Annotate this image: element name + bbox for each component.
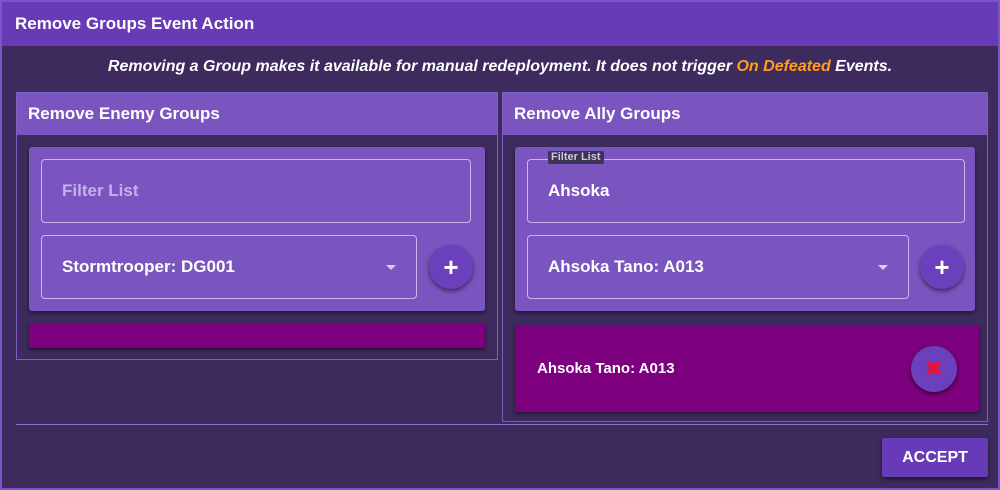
ally-controls-card: Filter List Ahsoka Ahsoka Tano: A013 +	[515, 147, 975, 311]
enemy-add-button[interactable]: +	[429, 245, 473, 289]
ally-filter-value: Ahsoka	[548, 181, 610, 200]
removed-group-label: Ahsoka Tano: A013	[537, 360, 675, 377]
plus-icon: +	[934, 252, 950, 282]
info-highlight: On Defeated	[736, 58, 831, 75]
info-prefix: Removing a Group makes it available for …	[107, 58, 737, 75]
plus-icon: +	[443, 252, 459, 282]
ally-selected-group: Ahsoka Tano: A013	[548, 257, 704, 276]
enemy-removed-list	[29, 323, 485, 348]
info-suffix: Events.	[830, 58, 893, 75]
enemy-controls-card: Filter List Stormtrooper: DG001 +	[29, 147, 485, 311]
enemy-selected-group: Stormtrooper: DG001	[62, 257, 235, 276]
ally-filter-label: Filter List	[548, 151, 604, 164]
ally-filter-input[interactable]: Filter List Ahsoka	[527, 151, 965, 223]
ally-add-button[interactable]: +	[920, 245, 964, 289]
list-item: Ahsoka Tano: A013 ✖	[515, 325, 979, 412]
ally-groups-panel: Remove Ally Groups Filter List Ahsoka Ah…	[502, 92, 988, 422]
ally-group-select[interactable]: Ahsoka Tano: A013	[527, 235, 909, 299]
remove-groups-dialog: Remove Groups Event Action Removing a Gr…	[0, 0, 1000, 490]
ally-panel-header: Remove Ally Groups	[503, 93, 987, 135]
enemy-filter-placeholder: Filter List	[62, 181, 139, 200]
enemy-groups-panel: Remove Enemy Groups Filter List Stormtro…	[16, 92, 498, 360]
divider	[16, 424, 988, 425]
close-icon: ✖	[924, 356, 944, 381]
accept-button[interactable]: ACCEPT	[882, 438, 988, 477]
chevron-down-icon	[878, 265, 888, 270]
remove-group-button[interactable]: ✖	[911, 346, 957, 392]
dialog-title: Remove Groups Event Action	[2, 2, 998, 46]
info-text: Removing a Group makes it available for …	[2, 58, 998, 76]
enemy-group-select[interactable]: Stormtrooper: DG001	[41, 235, 417, 299]
enemy-filter-input[interactable]: Filter List	[41, 159, 471, 223]
enemy-panel-header: Remove Enemy Groups	[17, 93, 497, 135]
chevron-down-icon	[386, 265, 396, 270]
